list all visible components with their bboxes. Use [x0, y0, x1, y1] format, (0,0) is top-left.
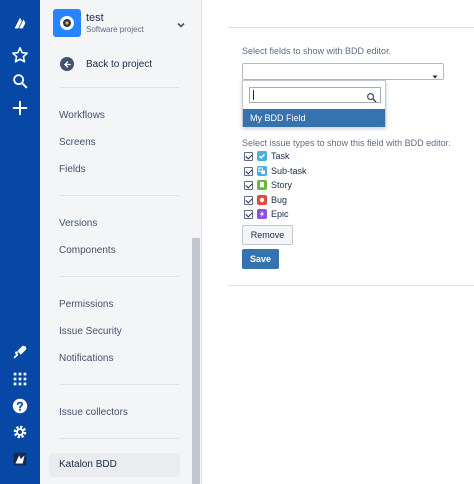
- content-bottom-divider: [228, 285, 474, 286]
- issue-type-label: Epic: [271, 209, 289, 219]
- story-icon: [257, 180, 267, 190]
- issue-type-label: Task: [271, 151, 290, 161]
- search-icon: [366, 90, 377, 103]
- sidebar-item-workflows[interactable]: Workflows: [59, 110, 105, 121]
- chevron-down-icon[interactable]: [176, 17, 186, 28]
- issue-type-row-epic: Epic: [244, 208, 289, 220]
- sidebar-scrollbar-thumb[interactable]: [192, 238, 200, 484]
- story-checkbox[interactable]: [244, 180, 253, 190]
- bug-icon: [257, 195, 267, 205]
- issue-type-label: Bug: [271, 195, 288, 205]
- dropdown-option-my-bdd-field[interactable]: My BDD Field: [243, 109, 385, 127]
- remove-button[interactable]: Remove: [242, 225, 293, 245]
- sidebar-item-components[interactable]: Components: [59, 245, 116, 256]
- rocket-icon[interactable]: [10, 342, 30, 362]
- select-fields-label: Select fields to show with BDD editor.: [242, 46, 392, 56]
- sidebar-item-issue-security[interactable]: Issue Security: [59, 326, 122, 337]
- issue-type-row-bug: Bug: [244, 194, 287, 206]
- sidebar-item-fields[interactable]: Fields: [59, 164, 86, 175]
- sidebar-divider: [59, 384, 179, 385]
- create-plus-icon[interactable]: [10, 98, 30, 118]
- subtask-icon: [257, 166, 267, 176]
- field-dropdown: My BDD Field: [242, 80, 386, 127]
- project-name[interactable]: test: [86, 12, 104, 24]
- save-button[interactable]: Save: [242, 249, 279, 269]
- issue-type-label: Story: [271, 180, 293, 190]
- jira-logo-icon[interactable]: [10, 13, 30, 33]
- sidebar-divider: [59, 195, 179, 196]
- robot-avatar-icon: [60, 16, 74, 30]
- select-issue-types-label: Select issue types to show this field wi…: [242, 138, 451, 148]
- sidebar-divider: [59, 438, 179, 439]
- content-top-divider: [228, 27, 474, 28]
- search-icon[interactable]: [10, 71, 30, 91]
- sidebar-divider: [59, 276, 179, 277]
- project-avatar[interactable]: [53, 9, 81, 37]
- issue-type-label: Sub-task: [271, 166, 307, 176]
- dropdown-search-input[interactable]: [249, 87, 381, 103]
- task-checkbox[interactable]: [244, 151, 253, 161]
- user-avatar-icon[interactable]: [10, 449, 30, 469]
- sidebar-item-permissions[interactable]: Permissions: [59, 299, 113, 310]
- epic-icon: [257, 209, 267, 219]
- sidebar-item-screens[interactable]: Screens: [59, 137, 96, 148]
- epic-checkbox[interactable]: [244, 209, 253, 219]
- back-to-project-link[interactable]: Back to project: [86, 59, 152, 70]
- app-switcher-icon[interactable]: [10, 369, 30, 389]
- back-arrow-icon[interactable]: [60, 57, 74, 71]
- sidebar-item-versions[interactable]: Versions: [59, 218, 97, 229]
- project-sidebar: test Software project Back to project Wo…: [40, 0, 202, 484]
- field-select[interactable]: [242, 63, 444, 80]
- text-cursor: [253, 90, 254, 100]
- star-icon[interactable]: [10, 45, 30, 65]
- project-type: Software project: [86, 25, 144, 34]
- settings-gear-icon[interactable]: [10, 422, 30, 442]
- caret-down-icon: [431, 68, 439, 79]
- bug-checkbox[interactable]: [244, 195, 253, 205]
- app-root: test Software project Back to project Wo…: [0, 0, 474, 484]
- global-nav: [0, 0, 40, 484]
- issue-type-row-task: Task: [244, 150, 290, 162]
- sidebar-divider: [59, 87, 179, 88]
- sidebar-item-notifications[interactable]: Notifications: [59, 353, 113, 364]
- issue-type-row-sub-task: Sub-task: [244, 165, 307, 177]
- sidebar-item-katalon-bdd[interactable]: Katalon BDD: [49, 453, 180, 477]
- help-icon[interactable]: [10, 396, 30, 416]
- sub-task-checkbox[interactable]: [244, 166, 253, 176]
- sidebar-item-issue-collectors[interactable]: Issue collectors: [59, 407, 128, 418]
- task-icon: [257, 151, 267, 161]
- issue-type-row-story: Story: [244, 179, 292, 191]
